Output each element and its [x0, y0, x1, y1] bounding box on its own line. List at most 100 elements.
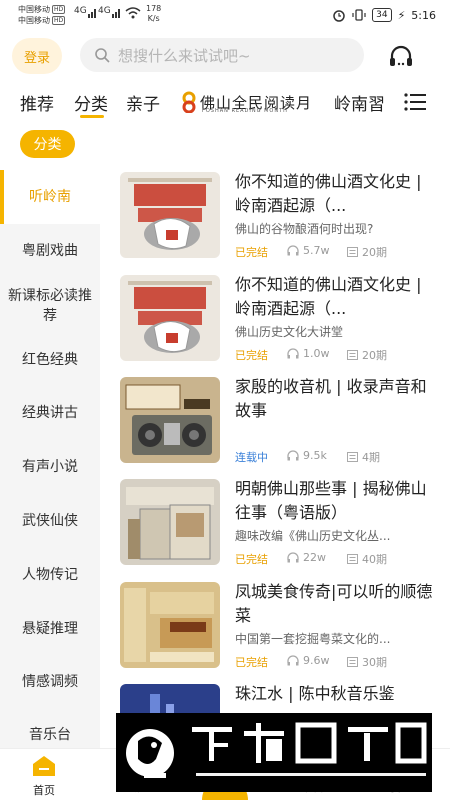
speed-value: 178: [146, 4, 162, 13]
episode-count-value: 20期: [362, 246, 387, 259]
program-card[interactable]: 你不知道的佛山酒文化史 | 岭南酒起源（... 佛山的谷物酿酒何时出现? 已完结 5.…: [120, 172, 438, 260]
search-placeholder: 想搜什么来试试吧~: [118, 46, 251, 65]
reading-month-logo-icon: [182, 91, 196, 113]
episode-count-value: 30期: [362, 656, 387, 669]
play-count-value: 1.0w: [303, 347, 330, 360]
sidebar-item[interactable]: 情感调频: [0, 655, 100, 708]
category-filter-pill[interactable]: 分类: [20, 130, 75, 158]
sidebar-item[interactable]: 新课标必读推荐: [0, 277, 100, 334]
sidebar-item[interactable]: 悬疑推理: [0, 602, 100, 655]
home-icon: [33, 756, 55, 776]
category-sidebar: 听岭南 粤剧戏曲 新课标必读推荐 红色经典 经典讲古 有声小说 武侠仙侠 人物传记 悬疑推理 情感…: [0, 170, 100, 748]
play-count: 9.5k: [287, 449, 327, 462]
tab-parenting[interactable]: 亲子: [126, 90, 160, 115]
program-cover: [120, 275, 220, 361]
episode-count: 20期: [347, 244, 387, 260]
play-count-value: 22w: [303, 551, 326, 564]
episode-count: 30期: [347, 654, 387, 670]
status-bar: 中国移动 HD 中国移动 HD 4G 4G 178 K/s 34 ⚡ 5:16: [0, 0, 450, 34]
sidebar-item[interactable]: 有声小说: [0, 440, 100, 494]
tab-recommend[interactable]: 推荐: [20, 90, 54, 115]
headphone-small-icon: [287, 552, 299, 563]
sidebar-item[interactable]: 粤剧戏曲: [0, 224, 100, 277]
headphone-small-icon: [287, 348, 299, 359]
top-bar: 登录 想搜什么来试试吧~: [0, 34, 450, 78]
tab-reading-month[interactable]: 佛山全民阅读月 FOSHAN READING MONTH: [178, 90, 312, 114]
play-count: 22w: [287, 551, 326, 564]
episode-count-value: 4期: [362, 451, 380, 464]
program-card[interactable]: 凤城美食传奇|可以听的顺德菜中国第一套挖掘粤菜文化的... 已完结 9.6w 30期: [120, 582, 438, 670]
play-count: 1.0w: [287, 347, 330, 360]
episodes-icon: [347, 657, 358, 667]
hd-badge: HD: [52, 16, 66, 25]
signal-icon: [112, 9, 120, 18]
headphone-small-icon: [287, 655, 299, 666]
play-count: 5.7w: [287, 244, 330, 257]
program-cover: [120, 377, 220, 463]
play-count: 9.6w: [287, 654, 330, 667]
alarm-icon: [333, 10, 345, 22]
episodes-icon: [347, 350, 358, 360]
carrier-2: 中国移动: [18, 16, 50, 25]
program-status: 已完结: [235, 349, 268, 362]
program-desc: 佛山历史文化大讲堂: [235, 325, 344, 339]
episode-count-value: 40期: [362, 553, 387, 566]
program-title: 明朝佛山那些事 | 揭秘佛山往事（粤语版）: [235, 479, 427, 522]
sidebar-item[interactable]: 听岭南: [0, 170, 100, 224]
program-title: 你不知道的佛山酒文化史 | 岭南酒起源（...: [235, 275, 422, 318]
episodes-icon: [347, 452, 358, 462]
sidebar-item[interactable]: 红色经典: [0, 334, 100, 386]
net-speed: 178 K/s: [146, 4, 161, 24]
program-cover: [120, 172, 220, 258]
charging-icon: ⚡: [397, 8, 406, 22]
play-count-value: 9.5k: [303, 449, 327, 462]
sidebar-item[interactable]: 武侠仙侠: [0, 494, 100, 548]
program-status: 连载中: [235, 451, 268, 464]
active-tab-indicator: [80, 115, 104, 118]
program-desc: 趣味改编《佛山历史文化丛...: [235, 529, 391, 543]
program-card[interactable]: 家殷的收音机 | 收录声音和故事 连载中 9.5k 4期: [120, 377, 438, 465]
reading-month-subtitle: FOSHAN READING MONTH: [202, 108, 288, 114]
program-title: 你不知道的佛山酒文化史 | 岭南酒起源（...: [235, 172, 422, 215]
nav-home[interactable]: 首页: [24, 755, 64, 798]
program-title: 珠江水 | 陈中秋音乐鉴: [235, 684, 395, 703]
carrier-1: 中国移动: [18, 5, 50, 14]
program-status: 已完结: [235, 656, 268, 669]
clock: 5:16: [411, 8, 436, 22]
tab-category[interactable]: 分类: [74, 90, 108, 115]
headphone-small-icon: [287, 245, 299, 256]
episode-count: 40期: [347, 551, 387, 567]
program-card[interactable]: 明朝佛山那些事 | 揭秘佛山往事（粤语版） 趣味改编《佛山历史文化丛... 已完结 2…: [120, 479, 438, 567]
watermark-logo: [116, 713, 432, 792]
sidebar-item[interactable]: 经典讲古: [0, 386, 100, 440]
episode-count-value: 20期: [362, 349, 387, 362]
episode-count: 20期: [347, 347, 387, 363]
episode-count: 4期: [347, 449, 380, 465]
program-card[interactable]: 你不知道的佛山酒文化史 | 岭南酒起源（... 佛山历史文化大讲堂 已完结 1.0w 2…: [120, 275, 438, 363]
network-1: 4G: [74, 6, 87, 16]
channel-tabs: 推荐 分类 亲子 佛山全民阅读月 FOSHAN READING MONTH 岭南…: [0, 84, 450, 124]
program-title: 凤城美食传奇|可以听的顺德菜: [235, 582, 433, 625]
sidebar-item[interactable]: 音乐台: [0, 708, 100, 748]
carrier-info: 中国移动 HD 中国移动 HD: [18, 4, 66, 26]
nav-home-label: 首页: [33, 784, 55, 797]
menu-icon[interactable]: [404, 92, 426, 112]
program-list: 你不知道的佛山酒文化史 | 岭南酒起源（... 佛山的谷物酿酒何时出现? 已完结 5.…: [100, 170, 450, 748]
play-count-value: 9.6w: [303, 654, 330, 667]
episodes-icon: [347, 247, 358, 257]
headphone-icon[interactable]: [388, 44, 414, 70]
play-count-value: 5.7w: [303, 244, 330, 257]
signal-icon: [88, 9, 96, 18]
login-button[interactable]: 登录: [12, 38, 62, 74]
network-2: 4G: [98, 6, 111, 16]
search-box[interactable]: 想搜什么来试试吧~: [80, 38, 364, 72]
program-desc: 中国第一套挖掘粤菜文化的...: [235, 632, 391, 646]
tab-lingnan[interactable]: 岭南習: [334, 90, 385, 115]
program-status: 已完结: [235, 553, 268, 566]
wifi-icon: [125, 7, 141, 19]
speed-unit: K/s: [147, 14, 160, 23]
sidebar-item[interactable]: 人物传记: [0, 548, 100, 602]
program-desc: 佛山的谷物酿酒何时出现?: [235, 222, 374, 236]
headphone-small-icon: [287, 450, 299, 461]
program-cover: [120, 479, 220, 565]
